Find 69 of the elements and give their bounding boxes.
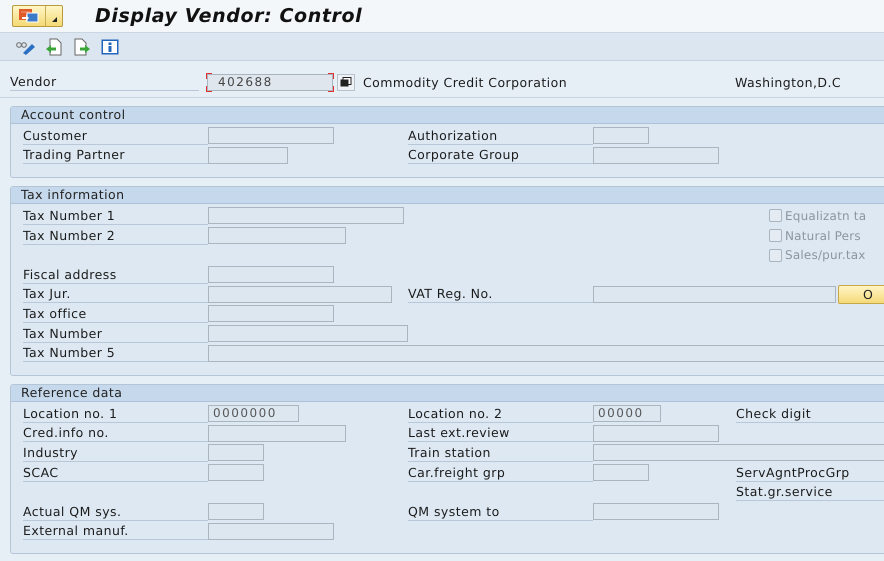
input-field[interactable]: 0000000 [208,405,299,422]
field-label: Tax Jur. [23,285,208,304]
field-label: Train station [408,444,593,462]
input-field[interactable] [208,464,264,482]
input-field[interactable] [593,424,719,442]
input-field[interactable] [208,424,346,442]
input-field[interactable] [208,227,346,244]
input-field[interactable] [208,305,334,322]
section-title: Reference data [11,384,884,402]
details-button[interactable] [337,74,355,90]
field-label: Tax Number [23,324,208,343]
input-field[interactable] [208,266,334,284]
field-label: Fiscal address [23,266,208,284]
field-label: Trading Partner [23,146,208,164]
field-label: Corporate Group [408,146,593,164]
field-label: Tax office [23,304,208,323]
field-label: Car.freight grp [408,464,593,482]
field-label: Vendor [10,73,199,91]
field-label: Cred.info no. [23,424,208,442]
section-title: Tax information [11,187,884,204]
field-label: Location no. 1 [23,404,208,423]
field-label: Tax Number 5 [23,344,208,362]
input-field[interactable] [593,127,649,144]
input-field[interactable] [593,444,884,462]
field-label: Authorization [408,126,593,145]
field-label: Stat.gr.service [736,483,884,502]
field-label: Actual QM sys. [23,502,208,521]
input-field[interactable] [593,286,836,303]
input-field[interactable] [208,503,264,520]
input-field[interactable] [208,325,408,342]
field-label: Last ext.review [408,424,593,442]
copy-icon [340,77,352,87]
info-icon[interactable] [100,36,120,56]
field-label: Customer [23,126,208,145]
field-label: Industry [23,444,208,462]
field-label: External manuf. [23,522,208,540]
input-field[interactable] [593,464,649,482]
checkbox-label: Equalizatn ta [785,208,866,223]
next-page-icon[interactable] [72,36,92,56]
menu-icon [18,8,40,24]
field-label: Location no. 2 [408,404,593,423]
section-title: Account control [11,107,884,124]
field-label: VAT Reg. No. [408,285,593,304]
vendor-field[interactable]: 402688 [207,74,333,90]
input-field[interactable] [208,127,334,144]
field-label: Tax Number 1 [23,206,208,225]
previous-page-icon[interactable] [44,36,64,56]
field-label: ServAgntProcGrp [736,464,884,482]
menu-button[interactable] [12,5,63,27]
input-field[interactable] [208,146,288,164]
input-field[interactable] [208,522,334,540]
vendor-name: Commodity Credit Corporation [363,74,568,90]
checkbox-label: Natural Pers [785,228,861,243]
field-label: QM system to [408,502,593,521]
action-button[interactable]: O [838,284,884,304]
checkbox-label: Sales/pur.tax [785,248,866,262]
field-label: SCAC [23,464,208,482]
input-field[interactable] [208,207,404,224]
input-field[interactable] [208,344,884,362]
input-field[interactable] [208,444,264,462]
input-field[interactable] [593,146,719,164]
field-label: Tax Number 2 [23,226,208,245]
input-field[interactable] [593,503,719,520]
window-title: Display Vendor: Control [95,5,362,27]
vendor-city: Washington,D.C [735,74,842,90]
input-field[interactable] [208,286,392,303]
field-label: Check digit [736,404,884,423]
caret-icon [52,17,56,22]
input-field[interactable]: 00000 [593,405,661,422]
